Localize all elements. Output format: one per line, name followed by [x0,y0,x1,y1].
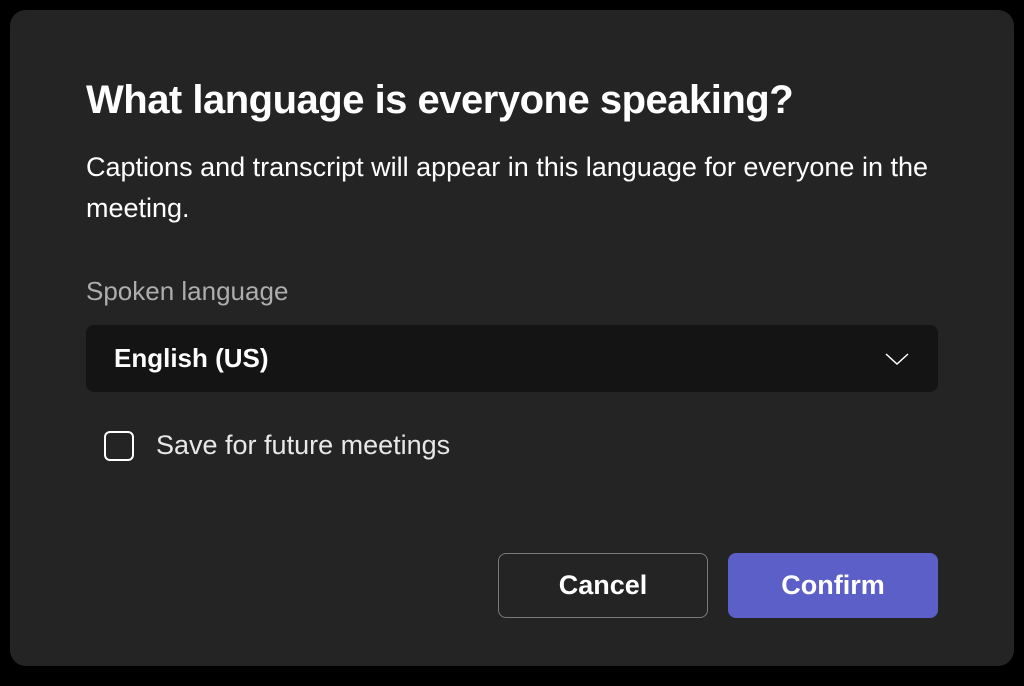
language-dialog: What language is everyone speaking? Capt… [10,10,1014,666]
dialog-description: Captions and transcript will appear in t… [86,147,938,228]
chevron-down-icon [884,352,910,366]
save-future-checkbox-label: Save for future meetings [156,430,450,461]
dropdown-selected-value: English (US) [114,343,269,374]
cancel-button[interactable]: Cancel [498,553,708,618]
spoken-language-label: Spoken language [86,276,938,307]
confirm-button[interactable]: Confirm [728,553,938,618]
dialog-button-row: Cancel Confirm [498,553,938,618]
save-future-checkbox[interactable] [104,431,134,461]
dialog-title: What language is everyone speaking? [86,78,938,123]
save-future-checkbox-row: Save for future meetings [104,430,938,461]
spoken-language-dropdown[interactable]: English (US) [86,325,938,392]
